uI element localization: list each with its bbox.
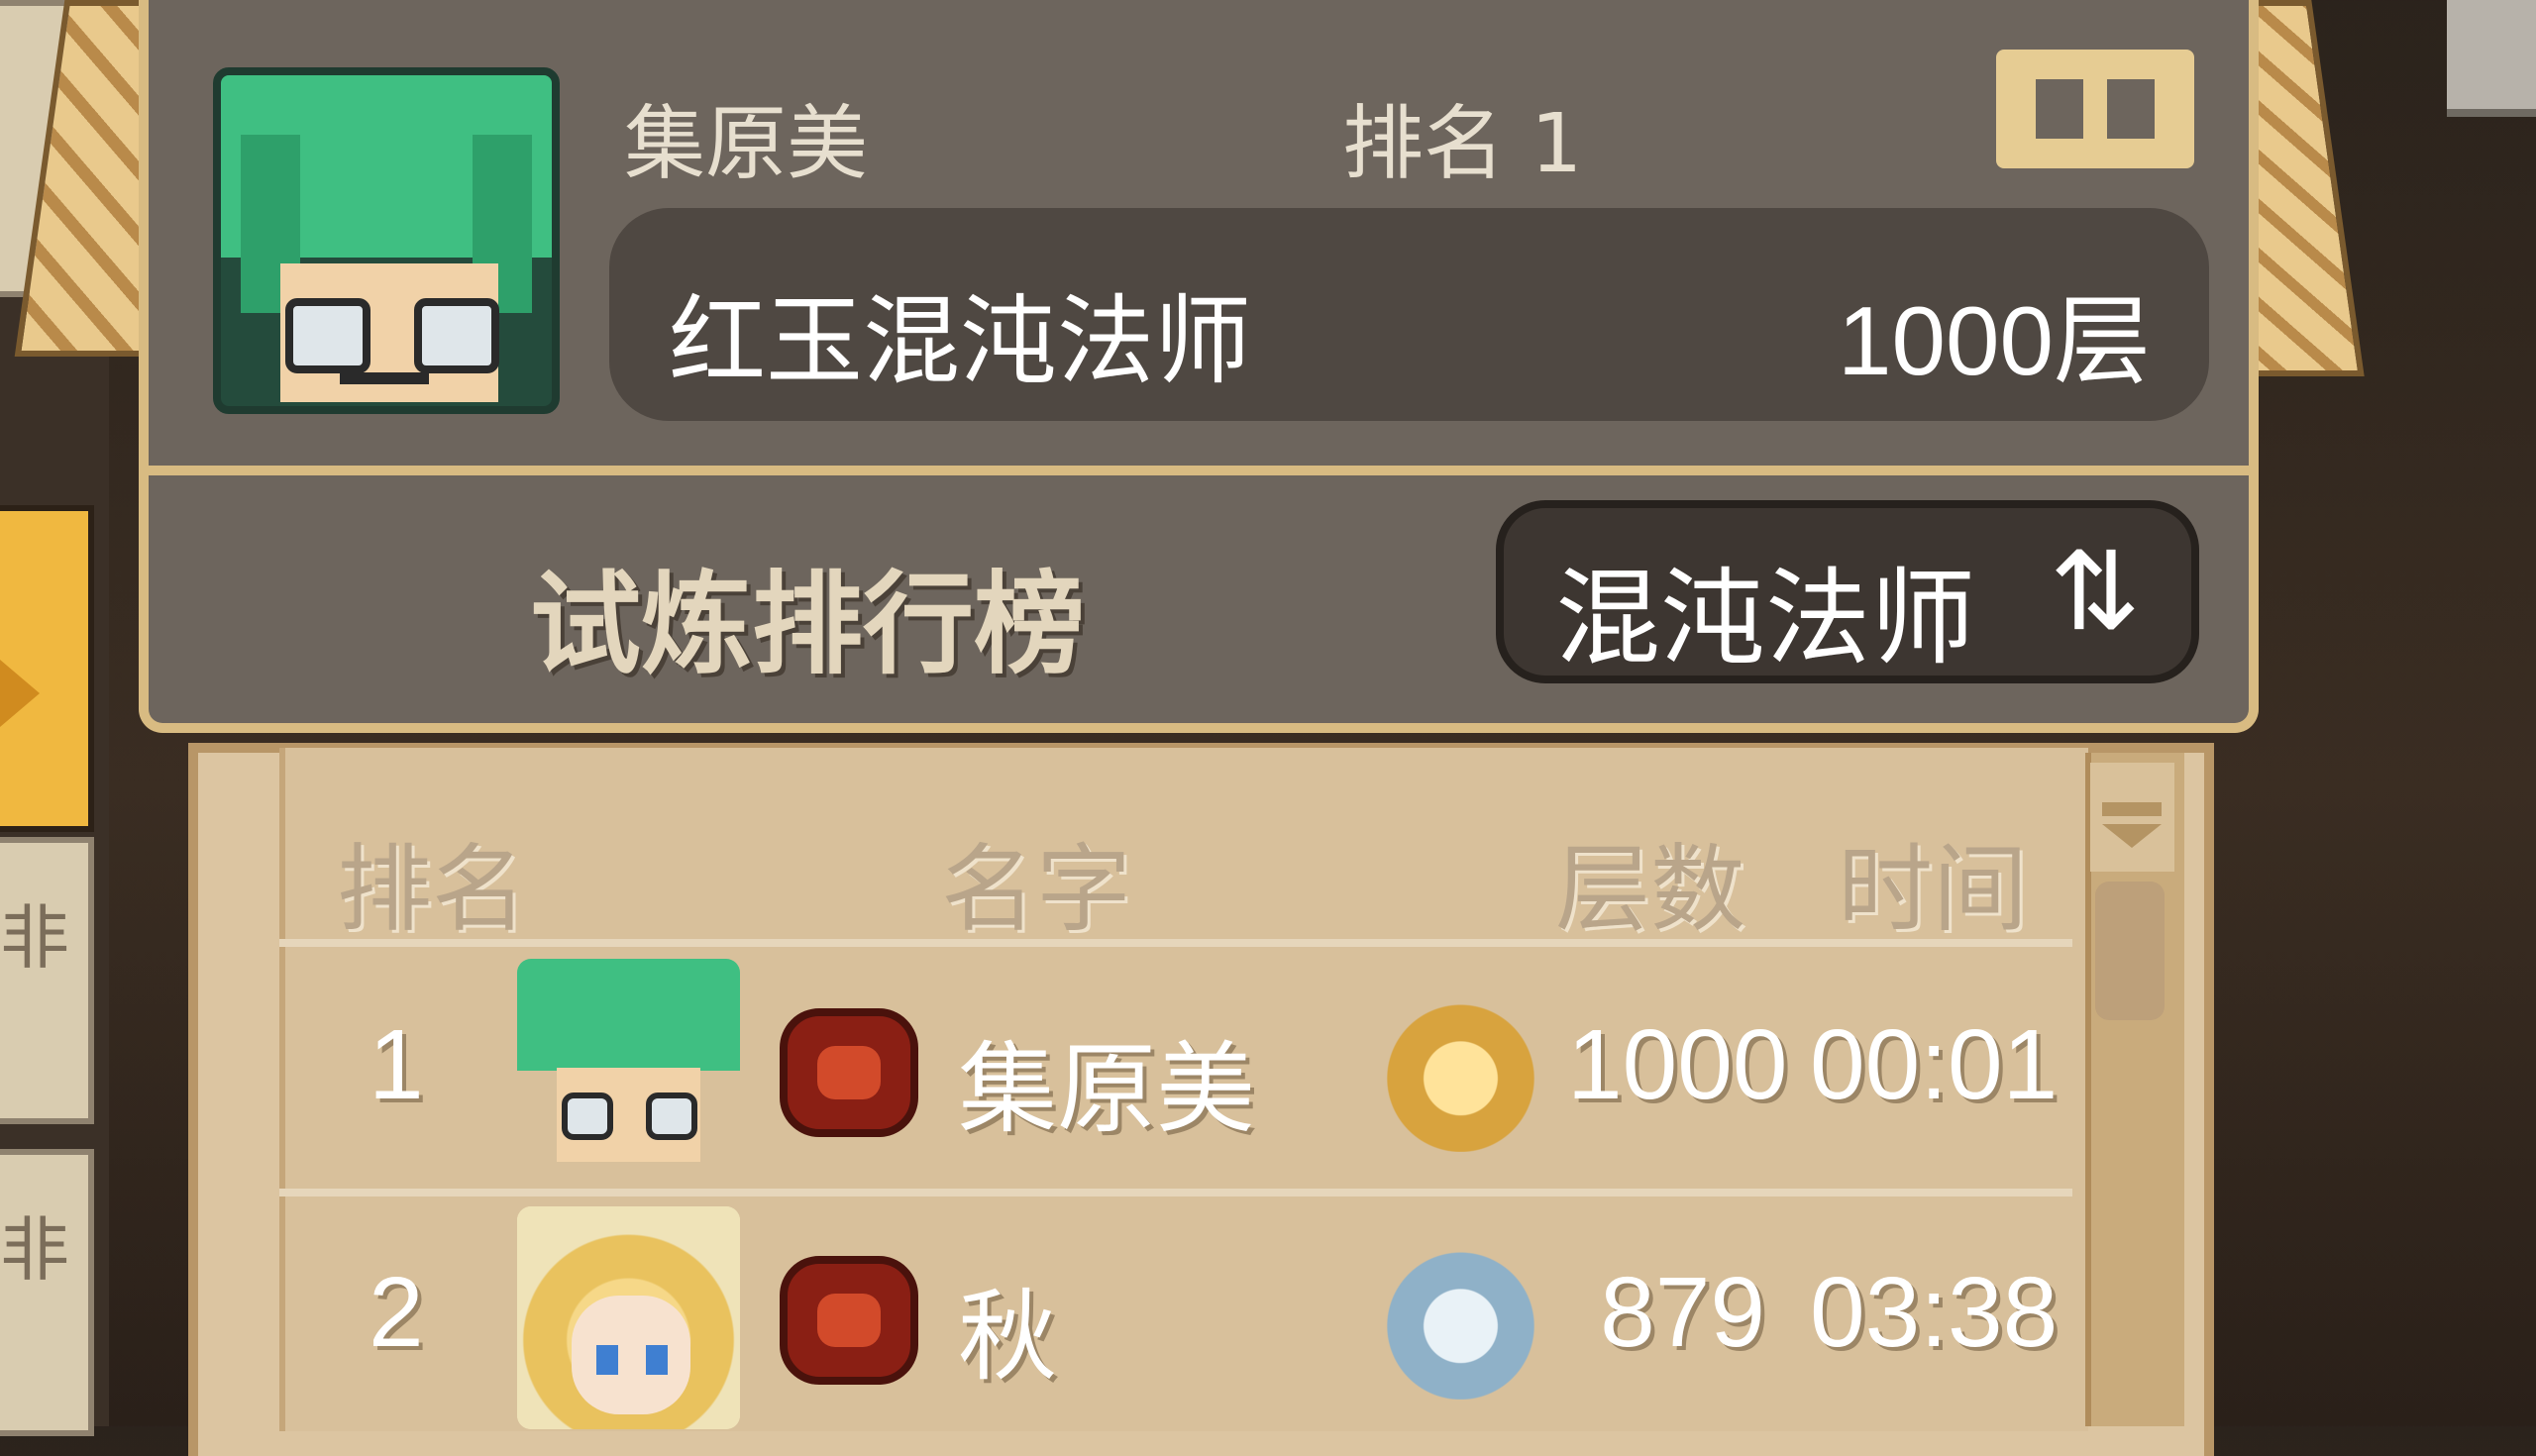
avatar-glasses-left xyxy=(285,298,370,373)
gold-trophy-icon xyxy=(1379,988,1542,1152)
row-player-name: 秋 xyxy=(958,1279,1057,1395)
player-rank: 排名 1 xyxy=(1342,97,1583,191)
column-header-name: 名字 xyxy=(941,834,1131,945)
row-time: 03:38 xyxy=(1810,1257,2059,1368)
arrow-right-icon xyxy=(0,660,40,727)
column-header-floor: 层数 xyxy=(1555,834,1745,945)
row-time: 00:01 xyxy=(1810,1009,2059,1120)
avatar-mouth xyxy=(340,372,429,384)
column-header-time: 时间 xyxy=(1838,834,2028,945)
silver-trophy-icon xyxy=(1379,1236,1542,1400)
right-edge-decoration xyxy=(2447,0,2536,117)
row-floor: 879 xyxy=(1600,1257,1765,1368)
record-floor: 1000层 xyxy=(1838,286,2152,395)
record-class-name: 红玉混沌法师 xyxy=(669,285,1252,398)
row-avatar[interactable] xyxy=(517,1206,740,1429)
side-tab-label: 非 xyxy=(0,897,69,979)
avatar-glasses-right xyxy=(414,298,499,373)
side-tab-label: 非 xyxy=(0,1209,69,1291)
side-tab-active[interactable] xyxy=(0,505,94,832)
player-name: 集原美 xyxy=(624,97,869,191)
row-divider xyxy=(279,1189,2072,1196)
row-avatar[interactable] xyxy=(517,959,740,1182)
table-row[interactable]: 2 秋 879 03:38 xyxy=(279,1196,2072,1439)
avatar-face xyxy=(572,1296,690,1414)
column-header-rank: 排名 xyxy=(337,834,527,945)
side-tab-1[interactable]: 非 xyxy=(0,837,94,1124)
avatar-glasses-left xyxy=(562,1092,613,1140)
row-floor: 1000 xyxy=(1567,1009,1788,1120)
scrollbar-thumb[interactable] xyxy=(2095,882,2165,1020)
class-switch-label: 混沌法师 xyxy=(1555,558,1975,679)
class-badge-icon xyxy=(780,1256,918,1385)
row-player-name: 集原美 xyxy=(958,1031,1255,1147)
player-avatar[interactable] xyxy=(213,67,560,414)
leaderboard-title: 试炼排行榜 xyxy=(530,561,1085,689)
avatar-eye-right xyxy=(646,1345,668,1375)
row-rank: 2 xyxy=(369,1257,424,1368)
table-row[interactable]: 1 集原美 1000 00:01 xyxy=(279,949,2072,1192)
avatar-hair xyxy=(517,959,740,1071)
switch-arrows-icon[interactable]: ⇅ xyxy=(2021,535,2169,649)
header-divider xyxy=(139,466,2259,475)
scroll-icon[interactable] xyxy=(1996,50,2194,168)
avatar-glasses-right xyxy=(646,1092,697,1140)
side-tab-2[interactable]: 非 xyxy=(0,1149,94,1436)
row-rank: 1 xyxy=(369,1009,424,1120)
scroll-to-top-icon[interactable] xyxy=(2090,763,2174,872)
header-divider-line xyxy=(279,939,2072,947)
avatar-eye-left xyxy=(596,1345,618,1375)
class-badge-icon xyxy=(780,1008,918,1137)
